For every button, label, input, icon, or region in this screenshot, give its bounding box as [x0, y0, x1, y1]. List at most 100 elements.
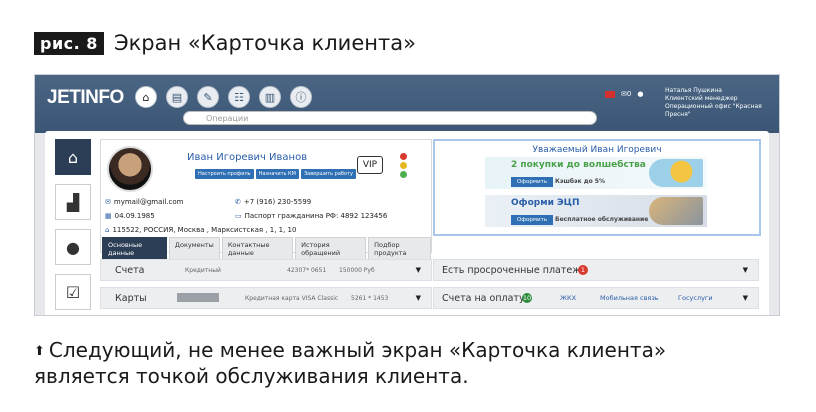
sidebar-chart-icon[interactable]: ▟	[55, 184, 91, 220]
chevron-down-icon[interactable]: ▼	[416, 266, 421, 274]
status-light-yellow	[400, 162, 407, 169]
user-name: Наталья Пушкина	[665, 87, 722, 94]
email-row: ✉ mymail@gmail.com	[105, 198, 183, 206]
chevron-down-icon[interactable]: ▼	[416, 294, 421, 302]
promo-banner-cashback[interactable]: 2 покупки до волшебства Оформить Кэшбэк …	[485, 157, 707, 189]
card-image	[177, 293, 219, 302]
checklist-icon[interactable]: ☷	[228, 86, 250, 108]
promo-panel: Уважаемый Иван Игоревич 2 покупки до вол…	[433, 139, 761, 236]
card-type: Кредитная карта VISA Classic	[245, 294, 339, 302]
accounts-row[interactable]: Счета Кредитный 42307* 0651 150000 Руб ▼	[100, 259, 432, 281]
sidebar-person-icon[interactable]: ●	[55, 229, 91, 265]
caption-line-2: является точкой обслуживания клиента.	[34, 364, 469, 388]
passport-icon: ▭	[235, 212, 242, 220]
client-tabs: Основные данные Документы Контактные дан…	[102, 237, 432, 261]
promo-banner-signature[interactable]: Оформи ЭЦП Оформить Бесплатное обслужива…	[485, 195, 707, 227]
search-input[interactable]: Операции	[183, 111, 597, 125]
banner-subtitle: Кэшбэк до 5%	[555, 178, 605, 185]
top-right-icons: ✉0 ●	[605, 90, 643, 98]
flag-icon[interactable]	[605, 90, 615, 98]
tab-product-selection[interactable]: Подбор продукта	[368, 237, 432, 261]
cards-label: Карты	[115, 292, 147, 304]
house-icon: ⌂	[105, 226, 110, 234]
main-content: ⌂ ▟ ● ☑ ◔ Иван Игоревич Иванов Настроить…	[45, 131, 769, 315]
assign-manager-button[interactable]: Назначить КМ	[255, 169, 299, 179]
info-icon[interactable]: ⓘ	[290, 86, 312, 108]
tab-history[interactable]: История обращений	[295, 237, 367, 261]
user-info: Наталья Пушкина Клиентский менеджер Опер…	[665, 87, 779, 119]
greeting: Уважаемый Иван Игоревич	[532, 145, 662, 155]
client-phone: +7 (916) 230-5599	[243, 198, 312, 206]
link-mobile[interactable]: Мобильная связь	[600, 294, 659, 302]
client-card: Иван Игоревич Иванов Настроить профиль Н…	[100, 139, 432, 261]
overdue-count-badge: 1	[578, 265, 588, 275]
top-nav: ⌂ ▤ ✎ ☷ ▥ ⓘ	[135, 86, 312, 108]
avatar	[107, 146, 153, 192]
cards-row[interactable]: Карты Кредитная карта VISA Classic 5261 …	[100, 287, 432, 309]
client-passport: Паспорт гражданина РФ: 4892 123456	[244, 212, 388, 220]
app-screenshot: JETINFO ⌂ ▤ ✎ ☷ ▥ ⓘ Операции ✉0 ● Наталь…	[34, 74, 780, 316]
account-type: Кредитный	[185, 266, 221, 274]
email-icon: ✉	[105, 198, 111, 206]
card-number: 5261 * 1453	[351, 294, 389, 302]
figure-caption: ⬆ Следующий, не менее важный экран «Карто…	[34, 338, 666, 389]
birthdate-row: ▦ 04.09.1985	[105, 212, 155, 220]
chart-icon[interactable]: ▥	[259, 86, 281, 108]
account-amount: 150000 Руб	[339, 266, 375, 274]
client-name: Иван Игоревич Иванов	[187, 152, 308, 163]
chevron-down-icon[interactable]: ▼	[743, 266, 748, 274]
notification-count: 0	[626, 90, 632, 98]
overdue-row[interactable]: Есть просроченные платежи 1 ▼	[433, 259, 759, 281]
bills-row[interactable]: Счета на оплату 10 ЖКХ Мобильная связь Г…	[433, 287, 759, 309]
app-logo: JETINFO	[47, 87, 124, 108]
configure-profile-button[interactable]: Настроить профиль	[195, 169, 254, 179]
account-number: 42307* 0651	[287, 266, 327, 274]
banner-apply-button[interactable]: Оформить	[511, 177, 554, 187]
client-address: 115522, РОССИЯ, Москва , Марксистская , …	[112, 226, 297, 234]
sidebar-home-icon[interactable]: ⌂	[55, 139, 91, 175]
document-icon[interactable]: ▤	[166, 86, 188, 108]
sidebar: ⌂ ▟ ● ☑ ◔	[55, 139, 91, 315]
vip-badge: VIP	[357, 156, 383, 174]
sidebar-clipboard-icon[interactable]: ☑	[55, 274, 91, 310]
top-bar: JETINFO ⌂ ▤ ✎ ☷ ▥ ⓘ Операции ✉0 ● Наталь…	[35, 75, 779, 133]
pen-icon[interactable]: ✎	[197, 86, 219, 108]
banner-apply-button[interactable]: Оформить	[511, 215, 554, 225]
finish-work-button[interactable]: Завершить работу	[300, 169, 356, 179]
phone-row: ✆ +7 (916) 230-5599	[235, 198, 311, 206]
promo-person-image	[649, 159, 703, 187]
arrow-up-icon: ⬆	[34, 344, 45, 359]
bills-count-badge: 10	[522, 293, 532, 303]
tab-documents[interactable]: Документы	[168, 237, 220, 261]
tab-main-data[interactable]: Основные данные	[102, 237, 167, 261]
caption-line-1: Следующий, не менее важный экран «Карточ…	[48, 338, 667, 362]
bills-label: Счета на оплату	[442, 292, 525, 304]
client-birthdate: 04.09.1985	[114, 212, 155, 220]
tab-contacts[interactable]: Контактные данные	[221, 237, 294, 261]
banner-title: Оформи ЭЦП	[511, 198, 580, 208]
accounts-label: Счета	[115, 264, 145, 276]
promo-key-image	[649, 197, 703, 225]
phone-icon: ✆	[235, 198, 241, 206]
client-actions: Настроить профиль Назначить КМ Завершить…	[195, 169, 356, 179]
client-email: mymail@gmail.com	[113, 198, 184, 206]
home-icon[interactable]: ⌂	[135, 86, 157, 108]
figure-title: рис. 8 Экран «Карточка клиента»	[34, 30, 416, 56]
calendar-icon: ▦	[105, 212, 112, 220]
user-icon[interactable]: ●	[637, 90, 643, 98]
figure-badge: рис. 8	[34, 31, 104, 55]
figure-title-text: Экран «Карточка клиента»	[113, 31, 416, 55]
passport-row: ▭ Паспорт гражданина РФ: 4892 123456	[235, 212, 387, 220]
status-light-red	[400, 153, 407, 160]
notification-icon[interactable]: ✉0	[621, 90, 631, 98]
status-light-green	[400, 171, 407, 178]
user-role: Клиентский менеджер	[665, 95, 738, 102]
banner-title: 2 покупки до волшебства	[511, 160, 646, 170]
status-lights	[400, 153, 407, 178]
user-office: Операционный офис "Красная Пресня"	[665, 103, 762, 118]
chevron-down-icon[interactable]: ▼	[743, 294, 748, 302]
overdue-label: Есть просроченные платежи	[442, 264, 587, 276]
link-utilities[interactable]: ЖКХ	[560, 294, 576, 302]
banner-subtitle: Бесплатное обслуживание	[555, 216, 649, 223]
link-gosuslugi[interactable]: Госуслуги	[678, 294, 713, 302]
